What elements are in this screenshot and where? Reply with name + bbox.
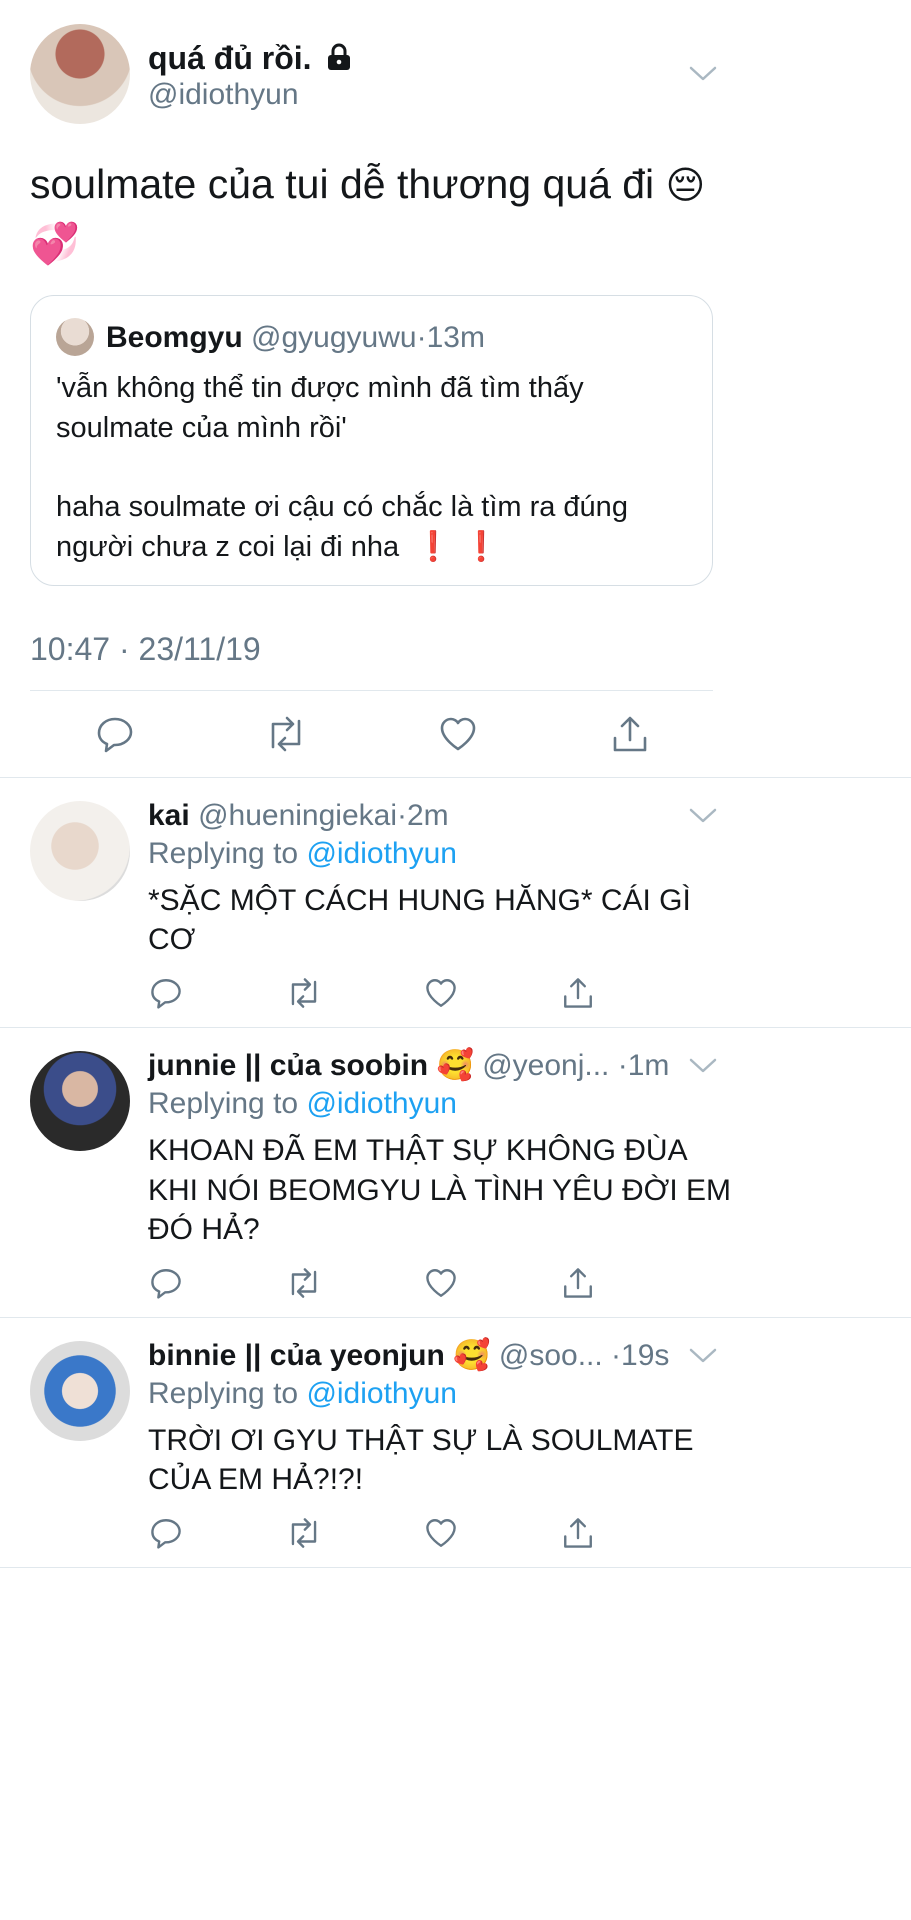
- divider: [0, 1567, 911, 1568]
- replying-to-handle[interactable]: @idiothyun: [306, 1377, 457, 1410]
- retweet-icon[interactable]: [264, 712, 308, 756]
- main-tweet-body: soulmate của tui dễ thương quá đi: [30, 161, 655, 207]
- quoted-line-4: người chưa z coi lại đi nha: [56, 531, 400, 563]
- divider: [0, 1027, 911, 1028]
- reply-dot: ·: [617, 1049, 628, 1082]
- smiling-hearts-emoji: 🥰: [436, 1049, 474, 1082]
- reply-header: junnie || của soobin 🥰 @yeonj... ·1m: [148, 1047, 669, 1085]
- exclamation-emoji: ❗❗: [415, 531, 512, 563]
- reply-handle[interactable]: @yeonj...: [482, 1049, 609, 1082]
- reply-time: 19s: [621, 1339, 670, 1372]
- quoted-dot: ·: [416, 321, 427, 354]
- reply-text-line-2: CỦA EM HẢ?!?!: [148, 1463, 364, 1496]
- replying-to: Replying to @idiothyun: [148, 1085, 457, 1123]
- reply-avatar[interactable]: [30, 801, 130, 901]
- reply-text-line-3: ĐÓ HẢ?: [148, 1213, 260, 1246]
- reply-icon[interactable]: [144, 1261, 188, 1305]
- reply-time: 1m: [627, 1049, 670, 1082]
- pensive-emoji: 😔: [665, 165, 706, 207]
- reply-text-line-1: TRỜI ƠI GYU THẬT SỰ LÀ SOULMATE: [148, 1424, 694, 1457]
- reply-avatar[interactable]: [30, 1341, 130, 1441]
- retweet-icon[interactable]: [282, 1511, 326, 1555]
- heart-icon[interactable]: [419, 971, 463, 1015]
- quoted-line-4-row: người chưa z coi lại đi nha ❗❗: [56, 527, 511, 567]
- reply-text-line-2: KHI NÓI BEOMGYU LÀ TÌNH YÊU ĐỜI EM: [148, 1174, 732, 1207]
- reply-handle[interactable]: @soo...: [499, 1339, 603, 1372]
- quoted-line-1: 'vẫn không thể tin được mình đã tìm thấy: [56, 372, 584, 404]
- reply-avatar[interactable]: [30, 1051, 130, 1151]
- reply-name[interactable]: binnie || của yeonjun: [148, 1339, 445, 1372]
- share-icon[interactable]: [556, 1261, 600, 1305]
- reply-icon[interactable]: [144, 1511, 188, 1555]
- reply-handle[interactable]: @hueningiekai: [198, 799, 397, 832]
- quoted-line-2: soulmate của mình rồi': [56, 412, 347, 444]
- reply-text-line-2: CƠ: [148, 923, 196, 956]
- share-icon[interactable]: [556, 1511, 600, 1555]
- main-tweet-text: soulmate của tui dễ thương quá đi 😔: [30, 160, 705, 210]
- reply-header: binnie || của yeonjun 🥰 @soo... ·19s: [148, 1337, 669, 1375]
- replying-to-label: Replying to: [148, 1087, 299, 1120]
- replying-to: Replying to @idiothyun: [148, 835, 457, 873]
- divider: [0, 1317, 911, 1318]
- main-display-name: quá đủ rồi.: [148, 40, 312, 76]
- quoted-time: 13m: [426, 321, 485, 354]
- heart-icon[interactable]: [419, 1261, 463, 1305]
- replying-to: Replying to @idiothyun: [148, 1375, 457, 1413]
- divider: [0, 777, 911, 778]
- chevron-down-icon[interactable]: [688, 64, 718, 89]
- reply-time: 2m: [407, 799, 449, 832]
- chevron-down-icon[interactable]: [688, 806, 718, 831]
- reply-header: kai @hueningiekai·2m: [148, 797, 449, 835]
- replying-to-handle[interactable]: @idiothyun: [306, 837, 457, 870]
- lock-icon: [326, 42, 352, 78]
- share-icon[interactable]: [608, 712, 652, 756]
- quoted-line-3: haha soulmate ơi cậu có chắc là tìm ra đ…: [56, 491, 628, 523]
- main-handle[interactable]: @idiothyun: [148, 78, 299, 112]
- quoted-name: Beomgyu: [106, 321, 243, 354]
- quoted-handle: @gyugyuwu: [251, 321, 417, 354]
- reply-text-line-1: KHOAN ĐÃ EM THẬT SỰ KHÔNG ĐÙA: [148, 1134, 688, 1167]
- hearts-emoji: 💞: [30, 222, 80, 266]
- main-timestamp: 10:47 · 23/11/19: [30, 631, 261, 667]
- quoted-header: Beomgyu @gyugyuwu·13m: [106, 320, 485, 356]
- main-display-name-row: quá đủ rồi.: [148, 40, 352, 78]
- reply-icon[interactable]: [93, 712, 137, 756]
- heart-icon[interactable]: [419, 1511, 463, 1555]
- reply-text-line-1: *SẶC MỘT CÁCH HUNG HĂNG* CÁI GÌ: [148, 884, 691, 917]
- smiling-hearts-emoji: 🥰: [453, 1339, 491, 1372]
- replying-to-label: Replying to: [148, 1377, 299, 1410]
- reply-dot: ·: [611, 1339, 622, 1372]
- quoted-avatar: [56, 318, 94, 356]
- retweet-icon[interactable]: [282, 971, 326, 1015]
- chevron-down-icon[interactable]: [688, 1056, 718, 1081]
- heart-icon[interactable]: [436, 712, 480, 756]
- share-icon[interactable]: [556, 971, 600, 1015]
- replying-to-label: Replying to: [148, 837, 299, 870]
- main-avatar[interactable]: [30, 24, 130, 124]
- reply-name[interactable]: junnie || của soobin: [148, 1049, 428, 1082]
- reply-icon[interactable]: [144, 971, 188, 1015]
- retweet-icon[interactable]: [282, 1261, 326, 1305]
- reply-dot: ·: [397, 799, 407, 832]
- reply-name[interactable]: kai: [148, 799, 190, 832]
- divider: [30, 690, 713, 691]
- chevron-down-icon[interactable]: [688, 1346, 718, 1371]
- replying-to-handle[interactable]: @idiothyun: [306, 1087, 457, 1120]
